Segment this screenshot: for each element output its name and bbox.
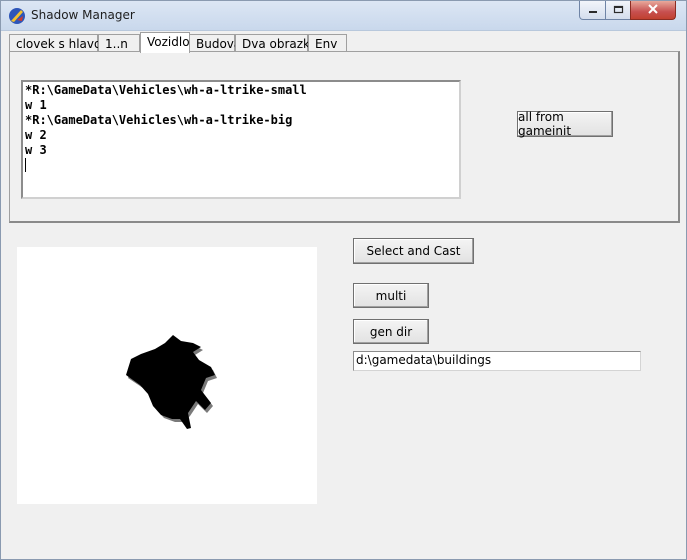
editor-line: w 2 <box>25 128 47 142</box>
shadow-manager-window: Shadow Manager clovek s hlavou 1..n Vozi… <box>0 0 687 560</box>
text-caret <box>25 158 26 172</box>
shadow-preview <box>17 247 317 504</box>
app-icon <box>8 7 26 25</box>
gen-dir-button[interactable]: gen dir <box>353 319 429 344</box>
title-bar[interactable]: Shadow Manager <box>1 1 686 31</box>
close-icon <box>647 3 659 17</box>
minimize-button[interactable] <box>579 1 606 20</box>
maximize-button[interactable] <box>605 1 631 20</box>
close-button[interactable] <box>630 1 676 20</box>
maximize-icon <box>613 3 624 17</box>
editor-caret-line <box>25 158 457 173</box>
editor-line: w 3 <box>25 143 47 157</box>
tab-vozidlo[interactable]: Vozidlo <box>140 32 190 53</box>
multi-button[interactable]: multi <box>353 283 429 308</box>
directory-path-field[interactable]: d:\gamedata\buildings <box>353 351 641 371</box>
shadow-silhouette <box>126 335 217 429</box>
all-from-gameinit-button[interactable]: all from gameinit <box>517 110 613 138</box>
tab-env[interactable]: Env <box>308 34 347 52</box>
select-and-cast-button[interactable]: Select and Cast <box>353 238 474 264</box>
editor-line: *R:\GameData\Vehicles\wh-a-ltrike-small <box>25 83 307 97</box>
tab-1-n[interactable]: 1..n <box>98 34 140 52</box>
vehicle-list-editor[interactable]: *R:\GameData\Vehicles\wh-a-ltrike-small … <box>21 80 461 199</box>
tab-budova[interactable]: Budova <box>189 34 241 52</box>
tab-clovek-s-hlavou[interactable]: clovek s hlavou <box>9 34 109 52</box>
editor-line: w 1 <box>25 98 47 112</box>
editor-line: *R:\GameData\Vehicles\wh-a-ltrike-big <box>25 113 293 127</box>
minimize-icon <box>588 3 598 17</box>
window-title: Shadow Manager <box>31 8 135 22</box>
tab-dva-obrazky[interactable]: Dva obrazky <box>235 34 317 52</box>
